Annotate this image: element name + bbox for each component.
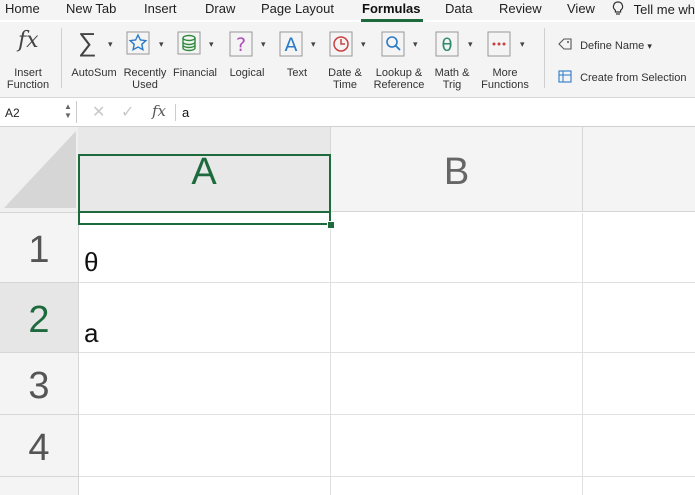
more-functions-button[interactable]: ▾ More Functions [480, 22, 534, 97]
math-trig-label: Math & Trig [434, 67, 470, 91]
autosum-button[interactable]: ∑ ▾ AutoSum [68, 22, 120, 97]
chevron-down-icon: ▾ [413, 39, 418, 49]
ribbon-separator [544, 28, 545, 88]
menu-bar: Home New Tab Insert Draw Page Layout For… [0, 0, 695, 22]
cell-b1[interactable] [331, 213, 583, 283]
row-header-4[interactable]: 4 [0, 415, 79, 477]
row-header-5[interactable] [0, 477, 79, 495]
lookup-reference-label: Lookup & Reference [373, 67, 425, 91]
tell-me-text: Tell me wh [633, 2, 695, 17]
chevron-down-icon: ▾ [311, 39, 316, 49]
logical-label: Logical [229, 67, 265, 79]
cell-b3[interactable] [331, 353, 583, 415]
enter-check-icon[interactable]: ✓ [121, 102, 134, 122]
row-header-3[interactable]: 3 [0, 353, 79, 415]
math-trig-button[interactable]: θ ▾ Math & Trig [430, 22, 480, 97]
menu-data[interactable]: Data [445, 1, 472, 16]
define-name-label: Define Name [580, 40, 645, 52]
cell-b4[interactable] [331, 415, 583, 477]
cell-c2[interactable] [583, 283, 695, 353]
svg-text:A: A [285, 34, 298, 56]
menu-review[interactable]: Review [499, 1, 542, 16]
cell-c5[interactable] [583, 477, 695, 495]
column-header-b[interactable]: B [331, 127, 583, 212]
create-from-selection-button[interactable]: Create from Selection [558, 70, 686, 84]
chevron-down-icon: ▾ [108, 39, 113, 49]
recently-used-label: Recently Used [123, 67, 167, 91]
cell-c1[interactable] [583, 213, 695, 283]
theta-icon: θ [435, 31, 459, 57]
menu-view[interactable]: View [567, 1, 595, 16]
name-box-value: A2 [5, 106, 20, 120]
active-cell-outline [78, 154, 331, 225]
logical-button[interactable]: ? ▾ Logical [222, 22, 272, 97]
chevron-down-icon: ▾ [361, 39, 366, 49]
define-name-button[interactable]: Define Name ▾ [558, 38, 652, 52]
menu-insert[interactable]: Insert [144, 1, 177, 16]
chevron-down-icon: ▾ [159, 39, 164, 49]
menu-home[interactable]: Home [5, 1, 40, 16]
name-box[interactable]: A2 ▲ ▼ [0, 101, 77, 123]
insert-function-button[interactable]: fx Insert Function [0, 22, 56, 97]
formula-bar: A2 ▲ ▼ ✕ ✓ fx a [0, 99, 695, 127]
chevron-down-icon: ▾ [520, 39, 525, 49]
clock-icon [329, 31, 353, 57]
chevron-down-icon: ▾ [468, 39, 473, 49]
row-header-1[interactable]: 1 [0, 213, 79, 283]
cell-a3[interactable] [79, 353, 331, 415]
column-header-c[interactable] [583, 127, 695, 212]
sigma-icon: ∑ [78, 27, 97, 57]
fx-icon: fx [18, 28, 39, 53]
more-functions-label: More Functions [481, 67, 529, 91]
cell-a5[interactable] [79, 477, 331, 495]
chevron-down-icon: ▾ [209, 39, 214, 49]
lightbulb-icon [612, 1, 624, 15]
cell-c4[interactable] [583, 415, 695, 477]
question-mark-icon: ? [229, 31, 253, 57]
text-functions-button[interactable]: A ▾ Text [273, 22, 321, 97]
svg-text:?: ? [236, 34, 246, 56]
lookup-reference-button[interactable]: ▾ Lookup & Reference [372, 22, 428, 97]
chevron-down-icon: ▾ [647, 41, 652, 51]
cell-a2[interactable]: a [79, 283, 331, 353]
table-grid-icon [558, 70, 572, 83]
cell-b2[interactable] [331, 283, 583, 353]
ribbon-separator [61, 28, 62, 88]
recently-used-button[interactable]: ▾ Recently Used [120, 22, 170, 97]
row-header-2[interactable]: 2 [0, 283, 79, 353]
magnifier-icon [381, 31, 405, 57]
menu-draw[interactable]: Draw [205, 1, 235, 16]
svg-text:θ: θ [441, 35, 452, 56]
autosum-label: AutoSum [71, 67, 117, 79]
financial-label: Financial [172, 67, 218, 79]
menu-page-layout[interactable]: Page Layout [261, 1, 334, 16]
menu-formulas[interactable]: Formulas [362, 1, 421, 16]
fx-button[interactable]: fx [152, 102, 166, 120]
insert-function-label: Insert Function [6, 67, 50, 91]
cell-a4[interactable] [79, 415, 331, 477]
formula-input[interactable]: a [182, 105, 189, 120]
date-time-label: Date & Time [328, 67, 362, 91]
fill-handle[interactable] [327, 221, 335, 229]
tell-me-box[interactable]: Tell me wh [612, 1, 695, 17]
select-all-corner[interactable] [0, 127, 79, 213]
date-time-button[interactable]: ▾ Date & Time [323, 22, 371, 97]
tag-icon [558, 38, 572, 50]
corner-triangle-icon [4, 131, 76, 208]
menu-new-tab[interactable]: New Tab [66, 1, 116, 16]
more-dots-icon [487, 31, 511, 57]
text-label: Text [286, 67, 308, 79]
cancel-icon[interactable]: ✕ [92, 102, 105, 122]
star-icon [126, 31, 150, 55]
stepper-icon: ▲ ▼ [64, 102, 72, 120]
chevron-down-icon: ▾ [261, 39, 266, 49]
text-a-icon: A [279, 31, 303, 57]
cell-b5[interactable] [331, 477, 583, 495]
ribbon-formulas: fx Insert Function ∑ ▾ AutoSum ▾ Recentl… [0, 22, 695, 98]
financial-button[interactable]: ▾ Financial [170, 22, 220, 97]
coins-icon [177, 31, 201, 55]
cell-c3[interactable] [583, 353, 695, 415]
create-from-selection-label: Create from Selection [580, 72, 687, 84]
formula-bar-divider [175, 104, 176, 121]
